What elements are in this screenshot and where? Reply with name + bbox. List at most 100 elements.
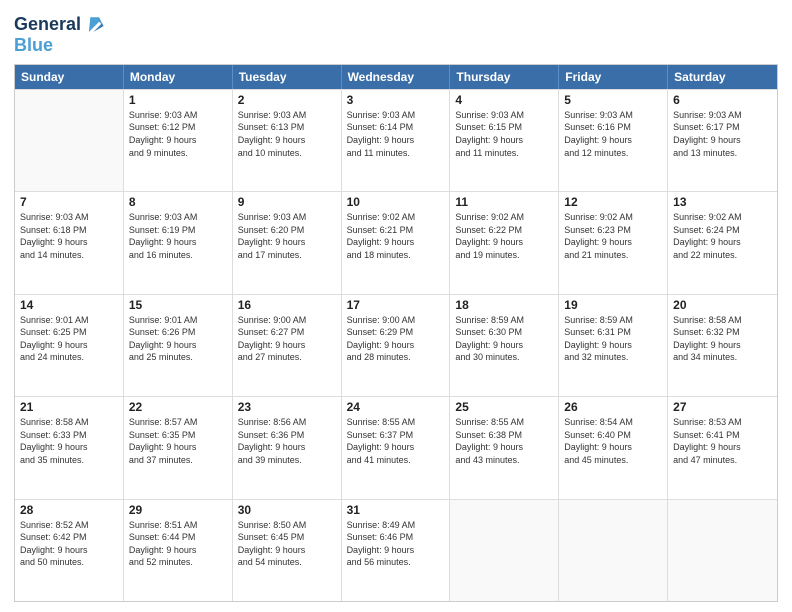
calendar-cell: 31 Sunrise: 8:49 AM Sunset: 6:46 PM Dayli… [342,500,451,601]
day-info: Sunrise: 8:52 AM Sunset: 6:42 PM Dayligh… [20,519,118,569]
calendar-cell: 12Sunrise: 9:02 AM Sunset: 6:23 PM Dayli… [559,192,668,293]
day-number: 4 [455,93,553,107]
day-number: 8 [129,195,227,209]
calendar-cell [559,500,668,601]
day-header-tuesday: Tuesday [233,65,342,89]
day-number: 14 [20,298,118,312]
calendar-cell [15,90,124,191]
calendar-cell: 24Sunrise: 8:55 AM Sunset: 6:37 PM Dayli… [342,397,451,498]
day-number: 24 [347,400,445,414]
page: General Blue SundayMondayTuesdayWednesda… [0,0,792,612]
day-number: 25 [455,400,553,414]
calendar-cell: 20 Sunrise: 8:58 AM Sunset: 6:32 PM Dayli… [668,295,777,396]
day-number: 27 [673,400,772,414]
day-number: 18 [455,298,553,312]
day-number: 17 [347,298,445,312]
day-number: 11 [455,195,553,209]
day-info: Sunrise: 8:59 AM Sunset: 6:30 PM Dayligh… [455,314,553,364]
calendar-cell: 21Sunrise: 8:58 AM Sunset: 6:33 PM Dayli… [15,397,124,498]
day-header-saturday: Saturday [668,65,777,89]
calendar-cell: 25 Sunrise: 8:55 AM Sunset: 6:38 PM Dayli… [450,397,559,498]
calendar-cell: 19 Sunrise: 8:59 AM Sunset: 6:31 PM Dayli… [559,295,668,396]
day-header-sunday: Sunday [15,65,124,89]
calendar-cell: 29Sunrise: 8:51 AM Sunset: 6:44 PM Dayli… [124,500,233,601]
day-number: 1 [129,93,227,107]
day-info: Sunrise: 8:58 AM Sunset: 6:32 PM Dayligh… [673,314,772,364]
logo-text-blue: Blue [14,36,53,56]
calendar-cell: 27 Sunrise: 8:53 AM Sunset: 6:41 PM Dayli… [668,397,777,498]
calendar-cell [450,500,559,601]
calendar-week-1: 1 Sunrise: 9:03 AM Sunset: 6:12 PM Daylig… [15,89,777,191]
day-number: 16 [238,298,336,312]
day-info: Sunrise: 9:02 AM Sunset: 6:22 PM Dayligh… [455,211,553,261]
day-header-thursday: Thursday [450,65,559,89]
header: General Blue [14,10,778,56]
day-info: Sunrise: 8:53 AM Sunset: 6:41 PM Dayligh… [673,416,772,466]
calendar-cell: 6 Sunrise: 9:03 AM Sunset: 6:17 PM Daylig… [668,90,777,191]
calendar-cell: 10Sunrise: 9:02 AM Sunset: 6:21 PM Dayli… [342,192,451,293]
day-number: 26 [564,400,662,414]
day-info: Sunrise: 9:03 AM Sunset: 6:16 PM Dayligh… [564,109,662,159]
calendar-cell: 11 Sunrise: 9:02 AM Sunset: 6:22 PM Dayli… [450,192,559,293]
calendar-header: SundayMondayTuesdayWednesdayThursdayFrid… [15,65,777,89]
day-number: 13 [673,195,772,209]
day-number: 6 [673,93,772,107]
day-number: 23 [238,400,336,414]
day-info: Sunrise: 9:00 AM Sunset: 6:27 PM Dayligh… [238,314,336,364]
calendar-week-4: 21Sunrise: 8:58 AM Sunset: 6:33 PM Dayli… [15,396,777,498]
day-number: 3 [347,93,445,107]
day-info: Sunrise: 8:59 AM Sunset: 6:31 PM Dayligh… [564,314,662,364]
day-info: Sunrise: 9:00 AM Sunset: 6:29 PM Dayligh… [347,314,445,364]
day-number: 2 [238,93,336,107]
calendar-cell: 1 Sunrise: 9:03 AM Sunset: 6:12 PM Daylig… [124,90,233,191]
calendar-cell: 7Sunrise: 9:03 AM Sunset: 6:18 PM Daylig… [15,192,124,293]
calendar-cell: 14Sunrise: 9:01 AM Sunset: 6:25 PM Dayli… [15,295,124,396]
logo-text: General [14,15,81,35]
day-number: 22 [129,400,227,414]
calendar-cell: 4 Sunrise: 9:03 AM Sunset: 6:15 PM Daylig… [450,90,559,191]
day-info: Sunrise: 8:57 AM Sunset: 6:35 PM Dayligh… [129,416,227,466]
calendar-cell [668,500,777,601]
day-info: Sunrise: 9:02 AM Sunset: 6:21 PM Dayligh… [347,211,445,261]
day-number: 29 [129,503,227,517]
day-number: 30 [238,503,336,517]
day-info: Sunrise: 9:03 AM Sunset: 6:20 PM Dayligh… [238,211,336,261]
calendar-cell: 5 Sunrise: 9:03 AM Sunset: 6:16 PM Daylig… [559,90,668,191]
calendar-cell: 17 Sunrise: 9:00 AM Sunset: 6:29 PM Dayli… [342,295,451,396]
logo: General Blue [14,14,105,56]
day-number: 9 [238,195,336,209]
day-header-friday: Friday [559,65,668,89]
calendar-cell: 9 Sunrise: 9:03 AM Sunset: 6:20 PM Daylig… [233,192,342,293]
day-number: 5 [564,93,662,107]
day-info: Sunrise: 9:01 AM Sunset: 6:26 PM Dayligh… [129,314,227,364]
calendar-cell: 30 Sunrise: 8:50 AM Sunset: 6:45 PM Dayli… [233,500,342,601]
day-number: 15 [129,298,227,312]
calendar-cell: 23 Sunrise: 8:56 AM Sunset: 6:36 PM Dayli… [233,397,342,498]
day-number: 12 [564,195,662,209]
day-header-monday: Monday [124,65,233,89]
calendar-cell: 18 Sunrise: 8:59 AM Sunset: 6:30 PM Dayli… [450,295,559,396]
day-number: 31 [347,503,445,517]
day-number: 20 [673,298,772,312]
day-info: Sunrise: 8:50 AM Sunset: 6:45 PM Dayligh… [238,519,336,569]
calendar-cell: 8 Sunrise: 9:03 AM Sunset: 6:19 PM Daylig… [124,192,233,293]
day-number: 19 [564,298,662,312]
day-info: Sunrise: 9:03 AM Sunset: 6:18 PM Dayligh… [20,211,118,261]
logo-icon [83,14,105,36]
day-info: Sunrise: 8:49 AM Sunset: 6:46 PM Dayligh… [347,519,445,569]
calendar-cell: 13 Sunrise: 9:02 AM Sunset: 6:24 PM Dayli… [668,192,777,293]
day-info: Sunrise: 9:03 AM Sunset: 6:15 PM Dayligh… [455,109,553,159]
day-info: Sunrise: 9:02 AM Sunset: 6:24 PM Dayligh… [673,211,772,261]
day-header-wednesday: Wednesday [342,65,451,89]
day-info: Sunrise: 9:03 AM Sunset: 6:19 PM Dayligh… [129,211,227,261]
day-number: 28 [20,503,118,517]
calendar-cell: 26Sunrise: 8:54 AM Sunset: 6:40 PM Dayli… [559,397,668,498]
calendar-body: 1 Sunrise: 9:03 AM Sunset: 6:12 PM Daylig… [15,89,777,601]
day-info: Sunrise: 9:03 AM Sunset: 6:17 PM Dayligh… [673,109,772,159]
calendar-cell: 3 Sunrise: 9:03 AM Sunset: 6:14 PM Daylig… [342,90,451,191]
day-info: Sunrise: 8:56 AM Sunset: 6:36 PM Dayligh… [238,416,336,466]
calendar-cell: 28 Sunrise: 8:52 AM Sunset: 6:42 PM Dayli… [15,500,124,601]
day-info: Sunrise: 9:03 AM Sunset: 6:12 PM Dayligh… [129,109,227,159]
day-info: Sunrise: 8:55 AM Sunset: 6:38 PM Dayligh… [455,416,553,466]
day-info: Sunrise: 9:03 AM Sunset: 6:14 PM Dayligh… [347,109,445,159]
